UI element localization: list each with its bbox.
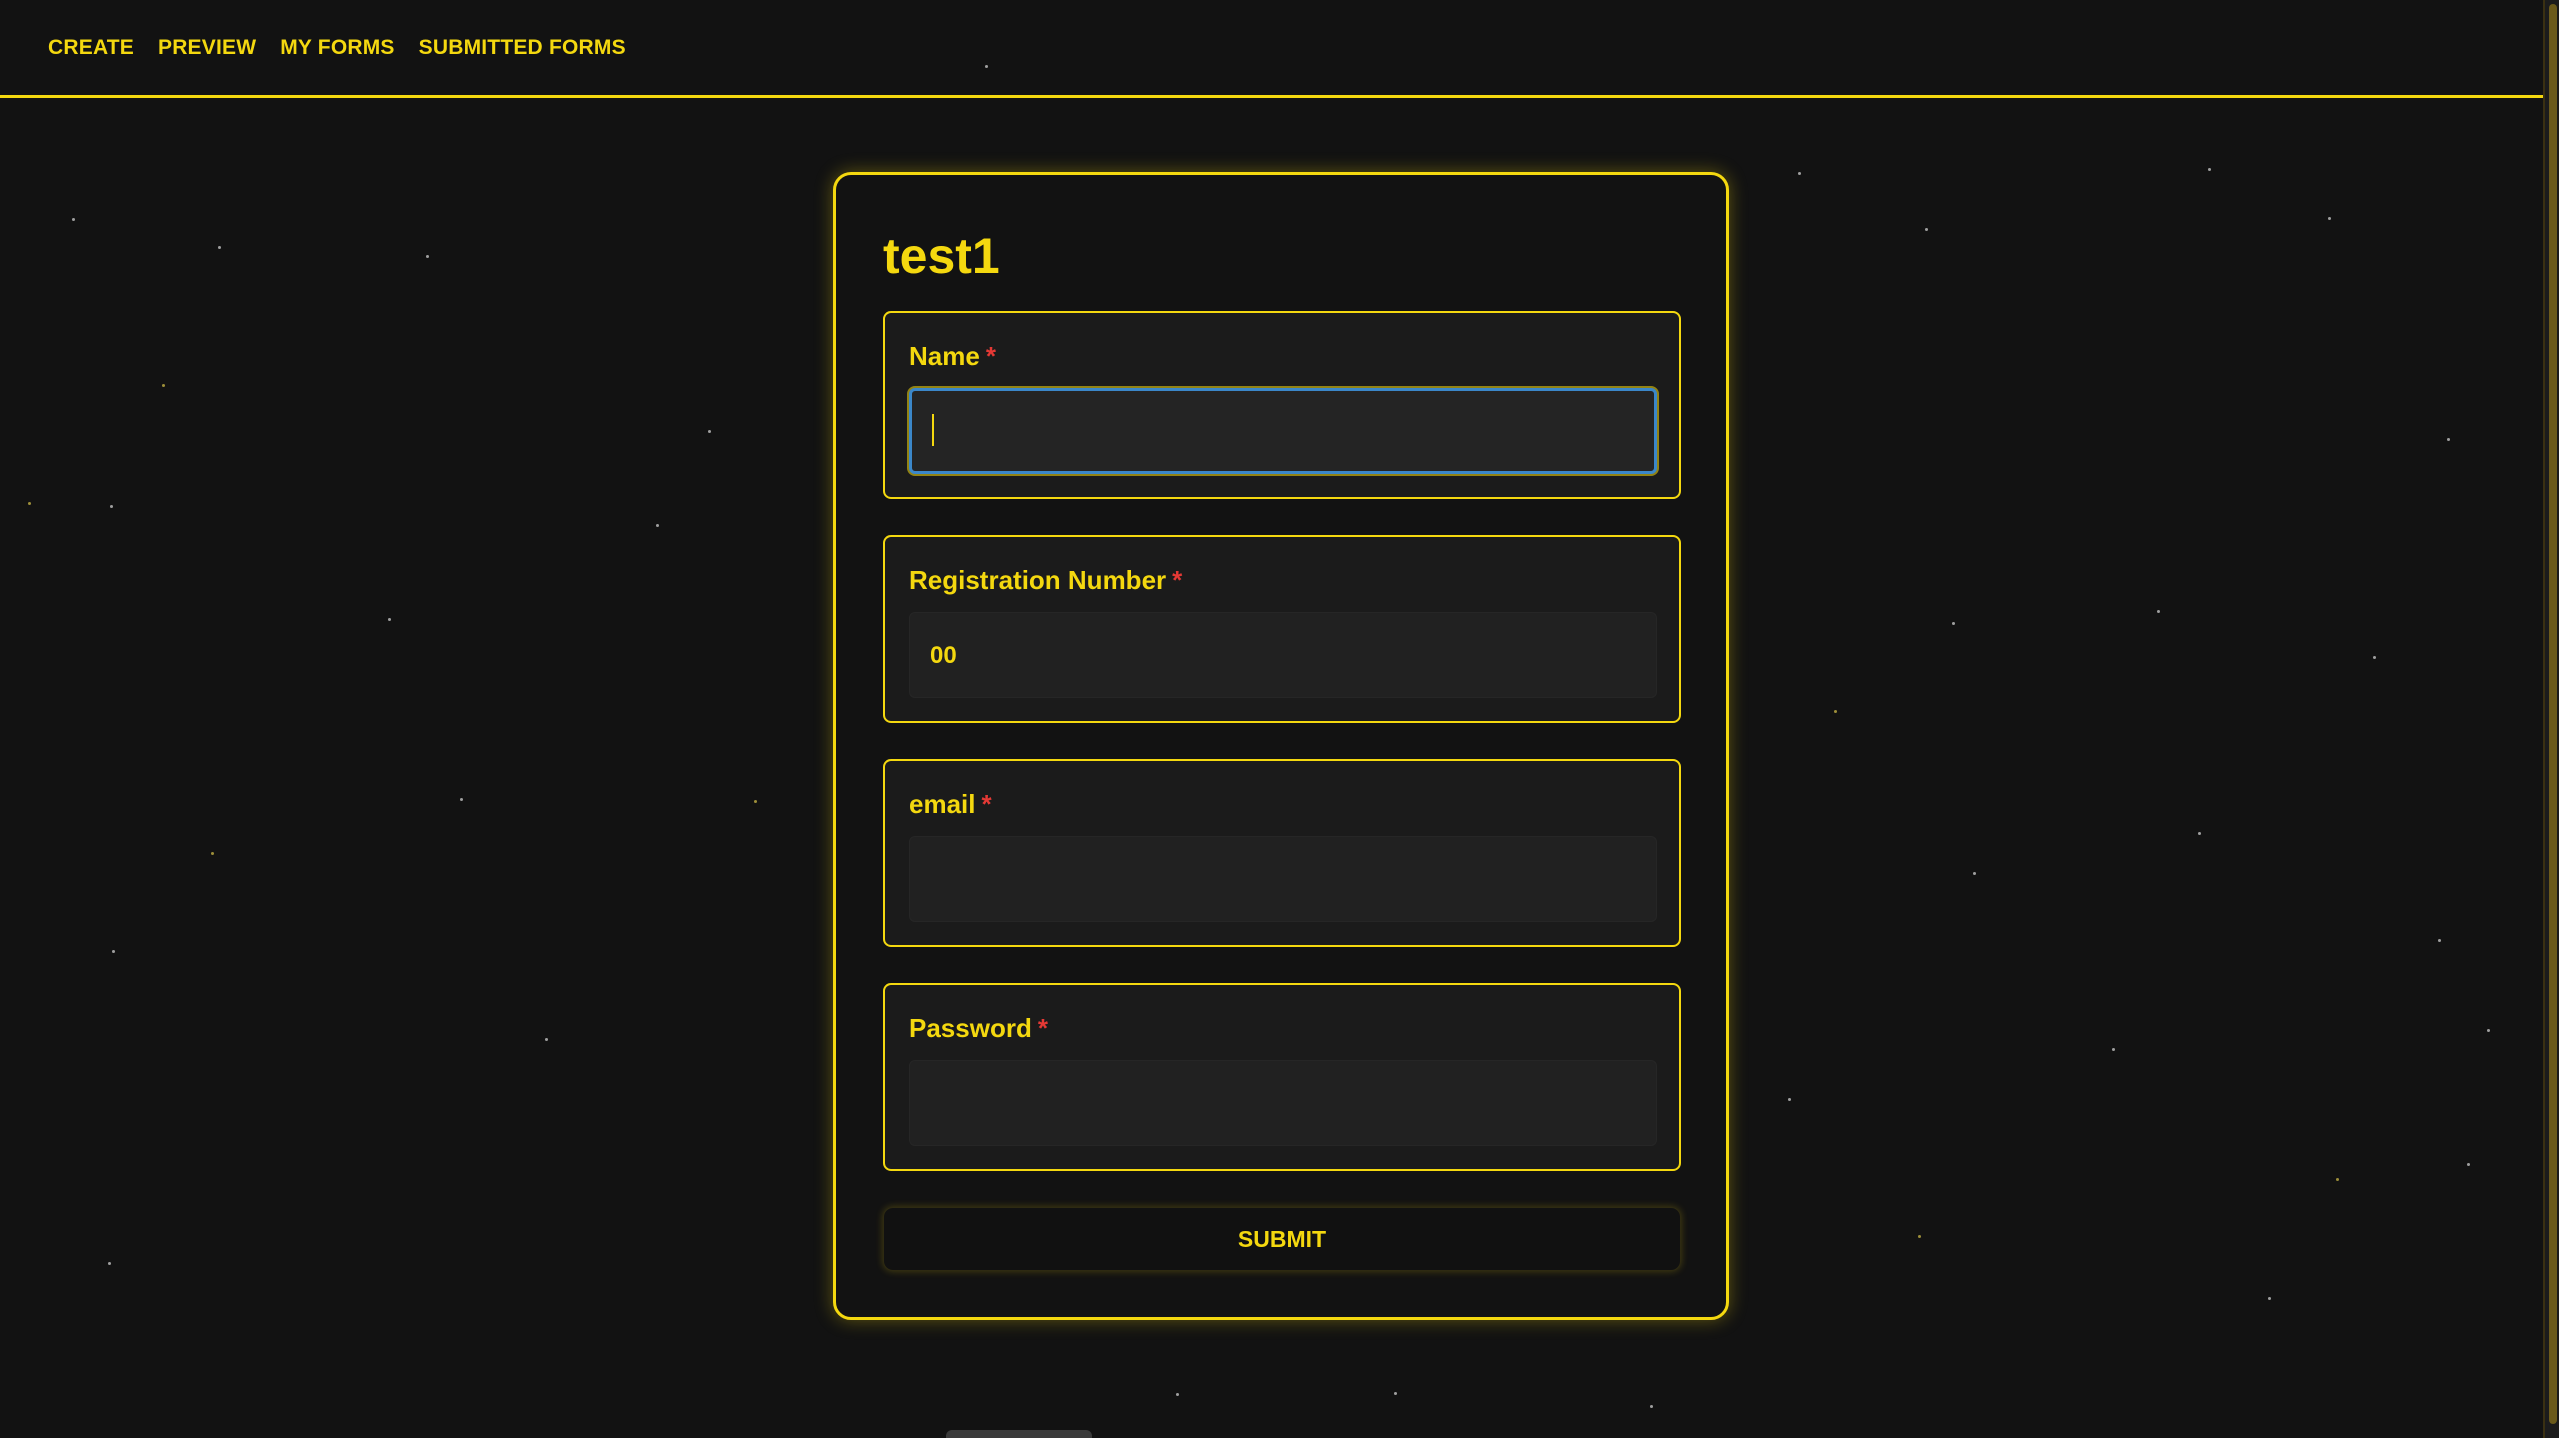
field-name: Name * [883,311,1681,499]
bottom-drag-handle[interactable] [946,1430,1092,1438]
nav-submitted-forms-link[interactable]: SUBMITTED FORMS [419,36,626,60]
nav-preview-link[interactable]: PREVIEW [158,36,256,60]
field-registration-number: Registration Number * 00 [883,535,1681,723]
password-input[interactable] [909,1060,1657,1146]
field-label-password: Password * [909,1013,1048,1044]
email-input[interactable] [909,836,1657,922]
form-card: test1 Name * Registration Number * 00 emai… [833,172,1729,1320]
field-label-registration-number: Registration Number * [909,565,1182,596]
field-label-name: Name * [909,341,996,372]
nav-links: CREATE PREVIEW MY FORMS SUBMITTED FORMS [48,36,626,60]
registration-number-input[interactable]: 00 [909,612,1657,698]
required-asterisk: * [1172,565,1183,595]
nav-create-link[interactable]: CREATE [48,36,134,60]
field-email: email * [883,759,1681,947]
field-label-text: Registration Number [909,565,1167,595]
page: CREATE PREVIEW MY FORMS SUBMITTED FORMS … [0,0,2559,1438]
form-title: test1 [883,228,1000,284]
top-navbar: CREATE PREVIEW MY FORMS SUBMITTED FORMS [0,0,2545,98]
vertical-scrollbar[interactable] [2543,0,2559,1438]
required-asterisk: * [1037,1013,1048,1043]
submit-button[interactable]: SUBMIT [883,1207,1681,1271]
required-asterisk: * [981,789,992,819]
field-label-email: email * [909,789,992,820]
text-caret [932,414,934,446]
field-password: Password * [883,983,1681,1171]
required-asterisk: * [985,341,996,371]
field-label-text: Name [909,341,980,371]
name-input[interactable] [909,388,1657,474]
field-label-text: Password [909,1013,1032,1043]
nav-my-forms-link[interactable]: MY FORMS [280,36,394,60]
field-label-text: email [909,789,976,819]
scrollbar-thumb[interactable] [2549,4,2557,1424]
